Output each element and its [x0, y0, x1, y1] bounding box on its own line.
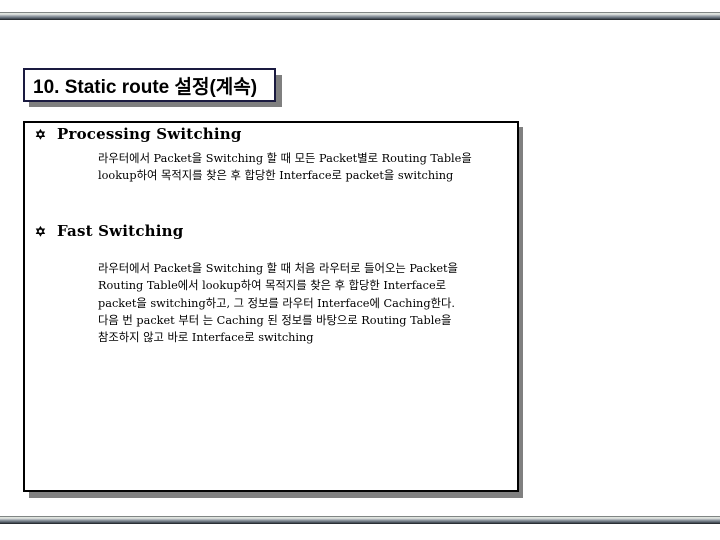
- top-divider-bar: [0, 12, 720, 20]
- body-line: Routing Table에서 lookup하여 목적지를 찾은 후 합당한 I…: [98, 279, 447, 293]
- body-line: 라우터에서 Packet을 Switching 할 때 모든 Packet별로 …: [98, 152, 472, 165]
- slide-title-box: 10. Static route 설정(계속): [23, 68, 276, 102]
- content-box: ✡ Processing Switching 라우터에서 Packet을 Swit…: [23, 121, 519, 492]
- section-body-processing-switching: 라우터에서 Packet을 Switching 할 때 모든 Packet별로 …: [98, 150, 472, 185]
- body-line: packet을 switching하고, 그 정보를 라우터 Interface…: [98, 296, 455, 310]
- section-body-fast-switching: 라우터에서 Packet을 Switching 할 때 처음 라우터로 들어오는…: [98, 260, 458, 346]
- section-heading-text: Processing Switching: [57, 125, 242, 143]
- body-line: lookup하여 목적지를 찾은 후 합당한 Interface로 packet…: [98, 169, 454, 183]
- star-of-david-icon: ✡: [35, 225, 47, 240]
- body-line: 라우터에서 Packet을 Switching 할 때 처음 라우터로 들어오는…: [98, 262, 458, 275]
- section-heading-fast-switching: ✡ Fast Switching: [35, 222, 183, 240]
- star-of-david-icon: ✡: [35, 128, 47, 143]
- body-line: 다음 번 packet 부터 는 Caching 된 정보를 바탕으로 Rout…: [98, 313, 452, 327]
- slide-title: 10. Static route 설정(계속): [33, 77, 258, 98]
- bottom-divider-bar: [0, 516, 720, 524]
- section-heading-processing-switching: ✡ Processing Switching: [35, 125, 242, 143]
- body-line: 참조하지 않고 바로 Interface로 switching: [98, 331, 314, 345]
- section-heading-text: Fast Switching: [57, 222, 184, 240]
